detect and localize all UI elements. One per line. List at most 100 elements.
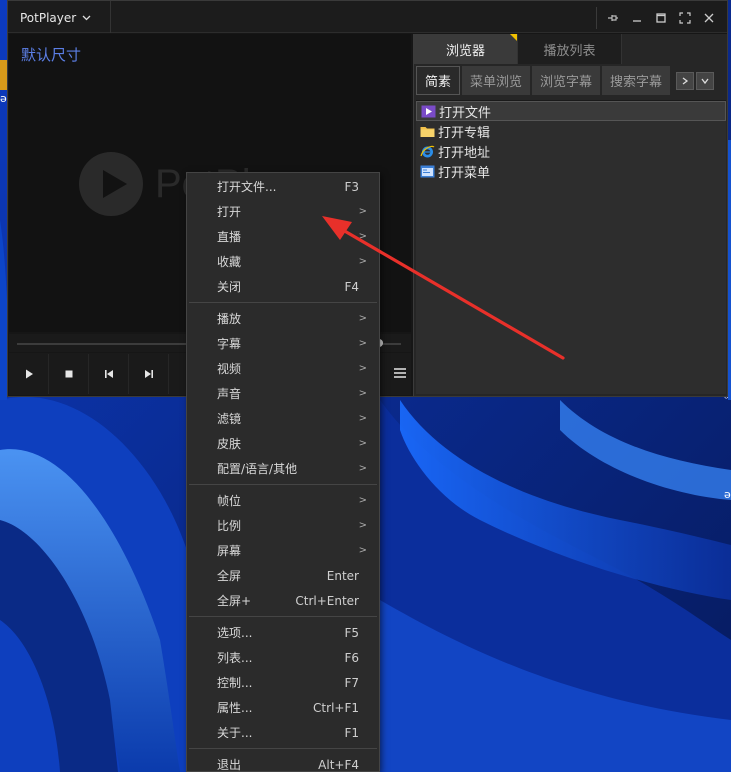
sub-tab-search-subtitles[interactable]: 搜索字幕: [602, 66, 671, 95]
menu-item-shortcut: Ctrl+Enter: [295, 593, 359, 608]
submenu-arrow-icon: >: [358, 413, 367, 424]
list-item-label: 打开专辑: [438, 125, 491, 141]
menu-item[interactable]: 打开文件... F3: [187, 174, 379, 199]
play-button[interactable]: [9, 354, 49, 394]
chevron-right-icon: [682, 76, 689, 85]
menu-item-label: 视频: [217, 362, 242, 376]
list-item[interactable]: 打开专辑: [416, 121, 726, 141]
video-file-icon: [421, 105, 436, 117]
menu-item-shortcut: Ctrl+F1: [313, 700, 359, 715]
tabs-dropdown-button[interactable]: [696, 71, 715, 90]
close-button[interactable]: [697, 7, 721, 29]
panel-tabs: 浏览器 播放列表: [414, 34, 728, 64]
sub-tab-simple[interactable]: 简素: [416, 66, 461, 95]
menu-item[interactable]: 播放 >: [187, 306, 379, 331]
sub-tab-browse-subtitles[interactable]: 浏览字幕: [532, 66, 601, 95]
submenu-arrow-icon: >: [358, 495, 367, 506]
submenu-arrow-icon: >: [358, 363, 367, 374]
play-icon: [25, 369, 33, 379]
desktop-text-fragment: ə: [724, 488, 731, 501]
menu-item[interactable]: 关闭 F4: [187, 274, 379, 299]
next-button[interactable]: [129, 354, 169, 394]
menu-item[interactable]: 屏幕 >: [187, 538, 379, 563]
previous-icon: [104, 370, 113, 378]
menu-item[interactable]: 控制... F7: [187, 670, 379, 695]
menu-item-label: 打开文件...: [217, 180, 277, 194]
submenu-arrow-icon: >: [358, 206, 367, 217]
hamburger-menu-icon[interactable]: [393, 367, 407, 379]
menu-item[interactable]: 关于... F1: [187, 720, 379, 745]
previous-button[interactable]: [89, 354, 129, 394]
menu-item-shortcut: F1: [344, 725, 359, 740]
menu-item-shortcut: F6: [344, 650, 359, 665]
folder-icon: [420, 126, 435, 137]
minimize-button[interactable]: [625, 7, 649, 29]
menu-item-label: 比例: [217, 519, 242, 533]
menu-item[interactable]: 属性... Ctrl+F1: [187, 695, 379, 720]
submenu-arrow-icon: >: [358, 388, 367, 399]
menu-item-shortcut: F3: [344, 179, 359, 194]
menu-item[interactable]: 收藏 >: [187, 249, 379, 274]
menu-separator: [189, 616, 377, 617]
size-label: 默认尺寸: [21, 46, 82, 64]
submenu-arrow-icon: >: [358, 463, 367, 474]
maximize-icon: [656, 13, 666, 23]
menu-item-label: 字幕: [217, 337, 242, 351]
submenu-arrow-icon: >: [358, 520, 367, 531]
scroll-tabs-right-button[interactable]: [676, 71, 695, 90]
menu-separator: [189, 748, 377, 749]
list-item[interactable]: 打开地址: [416, 141, 726, 161]
chevron-down-icon: [82, 15, 91, 21]
menu-item[interactable]: 滤镜 >: [187, 406, 379, 431]
menu-item[interactable]: 比例 >: [187, 513, 379, 538]
menu-item-label: 全屏+: [217, 594, 252, 608]
menu-item-shortcut: Alt+F4: [318, 757, 359, 772]
menu-item[interactable]: 帧位 >: [187, 488, 379, 513]
internet-explorer-icon: [420, 145, 435, 157]
play-logo-icon: [79, 152, 143, 216]
menu-item[interactable]: 全屏 Enter: [187, 563, 379, 588]
menu-item-shortcut: F4: [344, 279, 359, 294]
menu-item[interactable]: 配置/语言/其他 >: [187, 456, 379, 481]
menu-dialog-icon: [420, 165, 435, 177]
menu-item[interactable]: 直播 >: [187, 224, 379, 249]
menu-item-shortcut: F5: [344, 625, 359, 640]
list-item-label: 打开地址: [438, 145, 491, 161]
menu-item-label: 属性...: [217, 701, 253, 715]
fullscreen-button[interactable]: [673, 7, 697, 29]
menu-item[interactable]: 皮肤 >: [187, 431, 379, 456]
menu-item-label: 皮肤: [217, 437, 242, 451]
menu-item[interactable]: 全屏+ Ctrl+Enter: [187, 588, 379, 613]
menu-item[interactable]: 打开 >: [187, 199, 379, 224]
menu-item-label: 配置/语言/其他: [217, 462, 298, 476]
stop-button[interactable]: [49, 354, 89, 394]
minimize-icon: [633, 20, 641, 22]
title-bar: PotPlayer: [8, 1, 727, 33]
menu-item[interactable]: 选项... F5: [187, 620, 379, 645]
tab-playlist[interactable]: 播放列表: [518, 34, 622, 64]
panel-sub-tabs: 简素 菜单浏览 浏览字幕 搜索字幕: [414, 65, 728, 96]
list-item[interactable]: 打开文件: [416, 101, 726, 121]
tab-browser[interactable]: 浏览器: [414, 34, 518, 64]
menu-item[interactable]: 列表... F6: [187, 645, 379, 670]
menu-item-label: 声音: [217, 387, 242, 401]
next-icon: [144, 370, 153, 378]
menu-item-label: 全屏: [217, 569, 242, 583]
maximize-button[interactable]: [649, 7, 673, 29]
sub-tab-menu-browse[interactable]: 菜单浏览: [462, 66, 531, 95]
menu-item[interactable]: 视频 >: [187, 356, 379, 381]
app-menu-button[interactable]: PotPlayer: [20, 1, 111, 33]
list-item[interactable]: 打开菜单: [416, 161, 726, 181]
menu-item-label: 控制...: [217, 676, 253, 690]
list-item-label: 打开文件: [439, 105, 492, 121]
pin-icon: [608, 15, 618, 21]
close-icon: [704, 13, 714, 23]
menu-item[interactable]: 字幕 >: [187, 331, 379, 356]
pin-button[interactable]: [601, 7, 625, 29]
menu-item[interactable]: 退出 Alt+F4: [187, 752, 379, 772]
submenu-arrow-icon: >: [358, 256, 367, 267]
menu-item-label: 列表...: [217, 651, 253, 665]
menu-item[interactable]: 声音 >: [187, 381, 379, 406]
menu-item-label: 收藏: [217, 255, 242, 269]
menu-item-shortcut: F7: [344, 675, 359, 690]
